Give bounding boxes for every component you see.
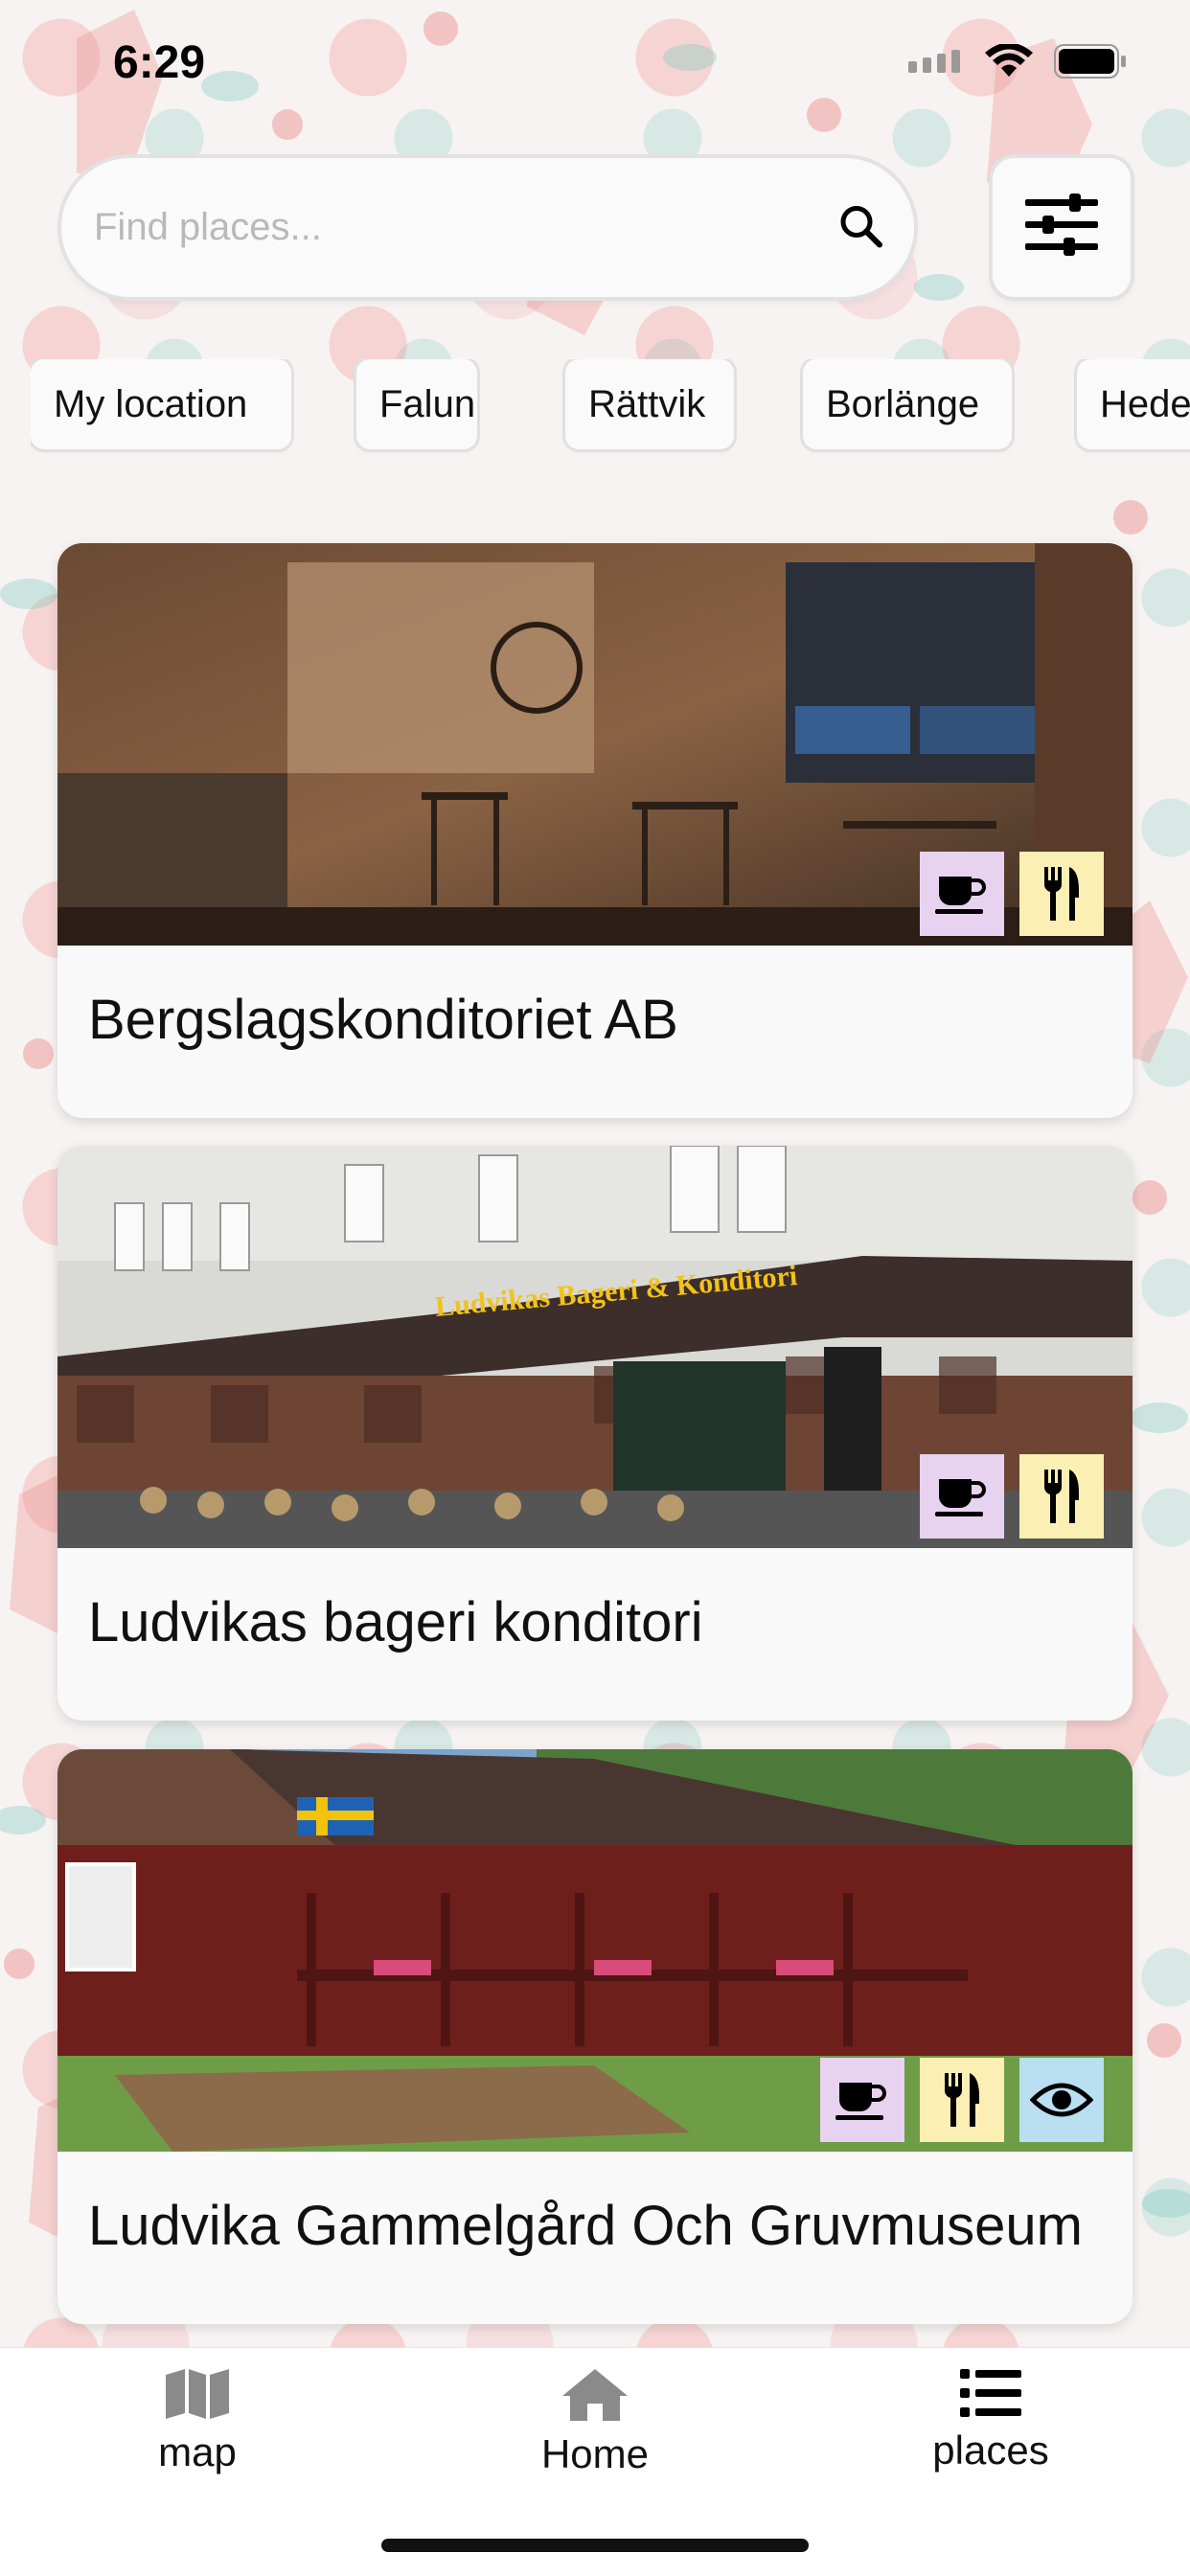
chip-falun[interactable]: Falun [356,359,477,449]
restaurant-icon [920,2058,1004,2142]
tab-home[interactable]: Home [480,2367,710,2477]
restaurant-icon [1019,852,1104,936]
status-icons [908,42,1127,83]
wifi-icon [985,42,1033,83]
place-card[interactable]: Ludvikas Bageri & Konditori Ludvikas bag… [57,1146,1133,1721]
home-icon [561,2369,629,2427]
restaurant-icon [1019,1454,1104,1539]
category-badges [920,1454,1104,1539]
map-icon [164,2369,231,2425]
filter-button[interactable] [993,158,1131,297]
cafe-icon [820,2058,904,2142]
place-title: Bergslagskonditoriet AB [88,989,678,1051]
search-icon[interactable] [837,202,883,253]
place-title: Ludvika Gammelgård Och Gruvmuseum [88,2195,1083,2257]
chip-my-location[interactable]: My location [31,359,291,449]
place-title: Ludvikas bageri konditori [88,1591,703,1653]
chip-borlange[interactable]: Borlänge [803,359,1012,449]
cafe-icon [920,852,1004,936]
place-card[interactable]: Bergslagskonditoriet AB [57,543,1133,1118]
category-badges [920,852,1104,936]
tab-places[interactable]: places [876,2367,1106,2473]
place-card[interactable]: Ludvika Gammelgård Och Gruvmuseum [57,1749,1133,2324]
tab-places-label: places [932,2428,1049,2473]
chip-hedemora[interactable]: Hedemora [1077,359,1190,449]
list-icon [960,2369,1021,2423]
chip-rattvik[interactable]: Rättvik [565,359,734,449]
home-indicator [381,2539,809,2552]
search-bar[interactable] [61,158,914,297]
battery-icon [1054,44,1127,83]
category-badges [820,2058,1104,2142]
signal-icon [908,50,964,78]
tab-map-label: map [158,2429,237,2474]
status-time: 6:29 [113,37,206,88]
search-input[interactable] [92,205,805,250]
tab-home-label: Home [540,2431,650,2476]
cafe-icon [920,1454,1004,1539]
tab-map[interactable]: map [82,2367,312,2475]
sliders-icon [1025,194,1098,262]
sightseeing-icon [1019,2058,1104,2142]
location-chips: My location Falun Rättvik Borlänge Hedem… [31,359,1190,455]
